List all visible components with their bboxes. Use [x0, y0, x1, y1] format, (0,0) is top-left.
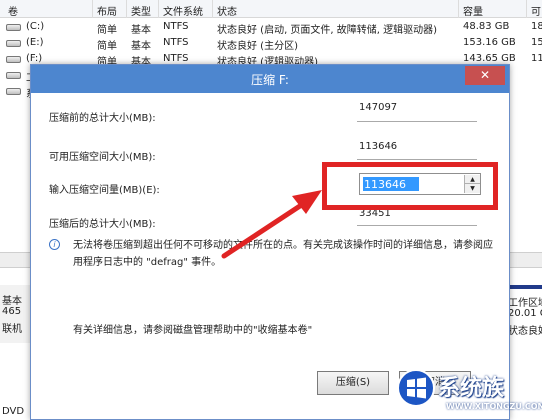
col-header-filesystem[interactable]: 文件系统: [163, 3, 203, 18]
volume-fs: NTFS: [163, 21, 189, 32]
col-divider: [126, 0, 127, 18]
close-icon: ✕: [479, 68, 491, 82]
shrink-amount-label: 输入压缩空间量(MB)(E):: [49, 185, 160, 196]
partition-name: 工作区域: [508, 298, 542, 309]
help-message: 有关详细信息，请参阅磁盘管理帮助中的"收缩基本卷": [73, 325, 313, 336]
volume-capacity: 153.16 GB: [463, 37, 516, 48]
dialog-title: 压缩 F:: [251, 73, 289, 87]
watermark-url: WWW.XITONGZU.COM: [446, 402, 542, 411]
volume-layout: 简单: [97, 25, 117, 36]
drive-icon: [6, 88, 21, 95]
value-underline: [357, 121, 477, 122]
volume-type: 基本: [131, 41, 151, 52]
available-space-value: 113646: [359, 141, 398, 152]
volume-free: 15: [531, 37, 542, 48]
col-divider: [212, 0, 213, 18]
watermark-logo: [397, 369, 435, 407]
volume-row[interactable]: (C:) 简单 基本 NTFS 状态良好 (启动, 页面文件, 故障转储, 逻辑…: [0, 20, 542, 36]
col-divider: [158, 0, 159, 18]
info-message: 无法将卷压缩到超出任何不可移动的文件所在的点。有关完成该操作时间的详细信息，请参…: [73, 240, 493, 268]
value-underline: [357, 225, 477, 226]
volume-name: (E:): [26, 37, 44, 48]
value-underline: [357, 159, 477, 160]
volume-name: (F:): [26, 53, 43, 64]
volume-status: 状态良好 (主分区): [217, 41, 298, 52]
volume-type: 基本: [131, 25, 151, 36]
volume-row[interactable]: (E:) 简单 基本 NTFS 状态良好 (主分区) 153.16 GB 15: [0, 36, 542, 52]
col-divider: [458, 0, 459, 18]
compress-button[interactable]: 压缩(S): [317, 371, 389, 395]
volume-capacity: 48.83 GB: [463, 21, 510, 32]
partition-status: 状态良好: [508, 326, 542, 337]
total-before-label: 压缩前的总计大小(MB):: [49, 113, 156, 124]
annotation-highlight-box: [322, 162, 498, 210]
dialog-titlebar[interactable]: 压缩 F: ✕: [31, 65, 509, 93]
col-header-volume[interactable]: 卷: [8, 3, 18, 18]
col-header-status[interactable]: 状态: [217, 3, 237, 18]
volume-fs: NTFS: [163, 37, 189, 48]
close-button[interactable]: ✕: [465, 66, 505, 85]
shrink-dialog: 压缩 F: ✕ 压缩前的总计大小(MB): 147097 可用压缩空间大小(MB…: [30, 64, 510, 420]
volume-capacity: 143.65 GB: [463, 53, 516, 64]
total-after-label: 压缩后的总计大小(MB):: [49, 219, 156, 230]
volume-layout: 简单: [97, 41, 117, 52]
volume-name: (C:): [26, 21, 45, 32]
volume-free: 11: [531, 53, 542, 64]
col-header-free[interactable]: 可: [531, 3, 541, 18]
total-before-value: 147097: [359, 102, 398, 113]
available-space-label: 可用压缩空间大小(MB):: [49, 152, 156, 163]
col-divider: [92, 0, 93, 18]
col-header-type[interactable]: 类型: [131, 3, 151, 18]
volume-status: 状态良好 (启动, 页面文件, 故障转储, 逻辑驱动器): [217, 25, 438, 36]
drive-icon: [6, 56, 21, 63]
volume-free: 18: [531, 21, 542, 32]
partition-size: 20.01 G: [508, 308, 542, 319]
drive-icon: [6, 40, 21, 47]
volume-list-header: 卷 布局 类型 文件系统 状态 容量 可: [0, 0, 542, 18]
drive-icon: [6, 72, 21, 79]
info-icon: i: [49, 239, 60, 250]
col-divider: [526, 0, 527, 18]
col-header-capacity[interactable]: 容量: [463, 3, 483, 18]
col-header-layout[interactable]: 布局: [97, 3, 117, 18]
volume-fs: NTFS: [163, 53, 189, 64]
drive-icon: [6, 24, 21, 31]
watermark-text: 系统族: [438, 376, 505, 401]
